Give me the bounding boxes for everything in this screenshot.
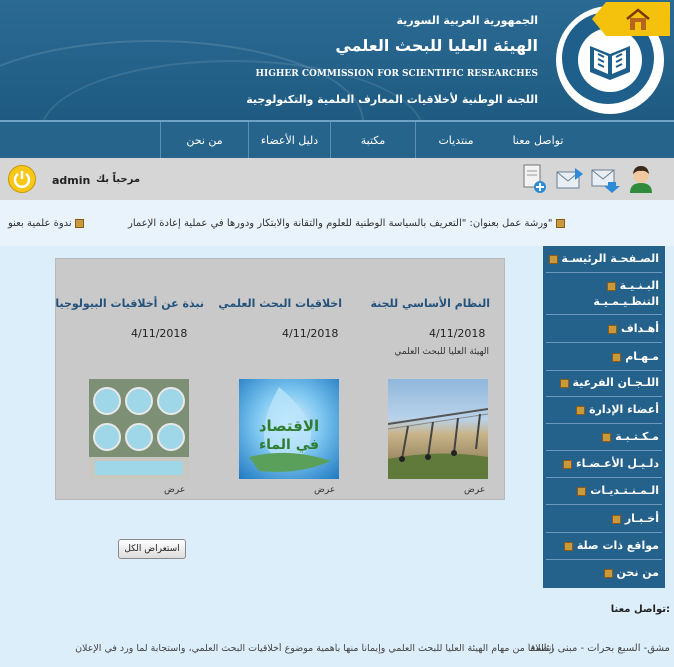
user-icon — [630, 166, 652, 193]
power-button[interactable] — [8, 165, 36, 193]
outgoing-mail-button[interactable] — [555, 164, 585, 194]
svg-text:في الماء: في الماء — [259, 437, 319, 453]
sidebar-item-library[interactable]: مـكـتـبـة — [543, 430, 665, 443]
bullet-icon — [611, 514, 621, 524]
show-all-button[interactable]: استعراض الكل — [118, 539, 186, 559]
mail-in-icon — [591, 169, 620, 193]
sidebar-item-members[interactable]: دلـيـل الأعـضـاء — [543, 457, 665, 470]
sidebar-item-committees[interactable]: اللـجـان الفرعية — [543, 376, 665, 389]
incoming-mail-button[interactable] — [590, 164, 620, 194]
news-title[interactable]: نبذة عن أخلاقيات البيولوجيا — [55, 297, 204, 310]
news-title[interactable]: النظام الأساسي للجنة — [370, 297, 490, 310]
power-icon — [13, 171, 31, 188]
intro-paragraph: انطلاقاً من مهام الهيئة العليا للبحث الع… — [75, 643, 554, 654]
header-title: الهيئة العليا للبحث العلمي — [335, 36, 538, 55]
bullet-icon — [577, 486, 587, 496]
sidebar-item-forums[interactable]: الـمـنـتـديـات — [543, 484, 665, 497]
bullet-icon — [564, 541, 574, 551]
user-bar: admin مرحباً بك — [0, 158, 674, 200]
water-drop-image: الاقتصاد في الماء — [249, 387, 331, 472]
header-country: الجمهورية العربية السورية — [396, 14, 538, 27]
nav-about[interactable]: من نحن — [160, 122, 248, 160]
irrigation-photo[interactable] — [388, 379, 488, 479]
bullet-icon — [559, 378, 569, 388]
svg-text:الاقتصاد: الاقتصاد — [259, 417, 319, 435]
bullet-icon — [576, 405, 586, 415]
nav-forums[interactable]: منتديات — [415, 122, 496, 160]
ticker-item[interactable]: ندوة علمية بعنو — [8, 218, 84, 229]
bullet-icon — [606, 281, 616, 291]
site-header: الجمهورية العربية السورية الهيئة العليا … — [0, 0, 674, 120]
sidebar-item-tasks[interactable]: مـهـام — [543, 350, 665, 363]
water-treatment-image — [89, 379, 189, 479]
nav-contact[interactable]: تواصل معنا — [496, 122, 580, 160]
sidebar-item-related-sites[interactable]: مواقع ذات صلة — [543, 539, 665, 552]
bullet-icon — [548, 254, 558, 264]
username: admin — [52, 174, 91, 187]
sidebar-item-news[interactable]: أخـبـار — [543, 512, 665, 525]
news-title[interactable]: اخلاقيات البحث العلمي — [218, 297, 342, 310]
news-source: الهيئة العليا للبحث العلمي — [394, 347, 489, 357]
logo-book-icon — [590, 46, 630, 80]
news-date: 4/11/2018 — [282, 327, 339, 340]
bullet-icon — [563, 459, 573, 469]
news-panel: النظام الأساسي للجنة 4/11/2018 الهيئة ال… — [55, 258, 505, 500]
home-icon — [626, 8, 650, 30]
ticker-item[interactable]: ورشة عمل بعنوان: "التعريف بالسياسة الوطن… — [128, 218, 565, 229]
welcome-label: مرحباً بك — [96, 174, 141, 185]
bullet-icon — [555, 218, 565, 228]
bullet-icon — [612, 352, 622, 362]
new-document-button[interactable] — [522, 163, 548, 195]
sidebar-item-board[interactable]: أعضاء الإدارة — [543, 403, 665, 416]
water-economy-photo[interactable]: الاقتصاد في الماء — [239, 379, 339, 479]
view-button[interactable]: عرض — [164, 485, 185, 495]
bullet-icon — [74, 218, 84, 228]
bullet-icon — [608, 324, 618, 334]
news-date: 4/11/2018 — [429, 327, 486, 340]
view-button[interactable]: عرض — [464, 485, 485, 495]
sidebar-item-about[interactable]: من نحن — [543, 566, 665, 579]
water-treatment-photo[interactable] — [89, 379, 189, 479]
sidebar-menu: الصـفحـة الرئيسـة البـنـيـة التنظـيـمـيـ… — [543, 246, 665, 588]
view-button[interactable]: عرض — [314, 485, 335, 495]
bullet-icon — [602, 432, 612, 442]
sidebar-item-goals[interactable]: أهـداف — [543, 322, 665, 335]
main-nav: تواصل معنا منتديات مكتبة دليل الأعضاء من… — [0, 120, 674, 160]
nav-members-directory[interactable]: دليل الأعضاء — [248, 122, 330, 160]
news-date: 4/11/2018 — [131, 327, 188, 340]
header-title-en: HIGHER COMMISSION FOR SCIENTIFIC RESEARC… — [255, 69, 538, 79]
bullet-icon — [603, 568, 613, 578]
home-tab[interactable] — [592, 2, 670, 36]
irrigation-image — [388, 408, 488, 479]
user-profile-button[interactable] — [626, 163, 656, 195]
header-subtitle: اللجنة الوطنية لأخلاقيات المعارف العلمية… — [246, 93, 538, 106]
sidebar-item-home[interactable]: الصـفحـة الرئيسـة — [543, 252, 665, 268]
mail-out-icon — [556, 168, 583, 189]
news-ticker: ورشة عمل بعنوان: "التعريف بالسياسة الوطن… — [0, 200, 674, 246]
sidebar-item-structure[interactable]: البـنـيـة التنظـيـمـيـة — [543, 278, 665, 312]
nav-library[interactable]: مكتبة — [330, 122, 415, 160]
new-doc-icon — [523, 164, 546, 193]
contact-title: تواصل معنا: — [610, 604, 670, 615]
